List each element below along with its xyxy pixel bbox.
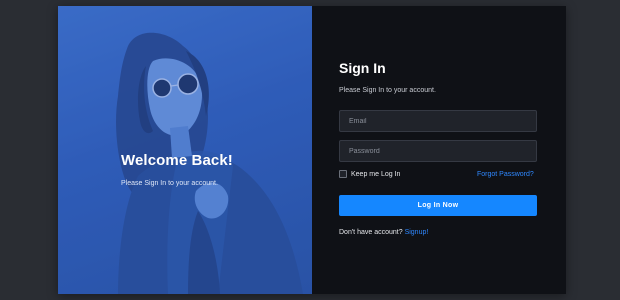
- hero-photo: [58, 6, 312, 294]
- keep-logged-in-toggle[interactable]: Keep me Log In: [339, 170, 400, 178]
- signup-link[interactable]: Signup!: [405, 229, 429, 236]
- hero-title: Welcome Back!: [121, 152, 233, 169]
- forgot-password-link[interactable]: Forgot Password?: [477, 171, 534, 178]
- checkbox[interactable]: [339, 170, 347, 178]
- email-field[interactable]: [339, 110, 537, 132]
- login-button[interactable]: Log In Now: [339, 195, 537, 216]
- signin-title: Sign In: [339, 60, 386, 76]
- password-field[interactable]: [339, 140, 537, 162]
- no-account-text: Don't have account?: [339, 229, 403, 236]
- signin-panel: Sign In Please Sign In to your account. …: [312, 6, 566, 294]
- hero-panel: Welcome Back! Please Sign In to your acc…: [58, 6, 312, 294]
- hero-text: Welcome Back! Please Sign In to your acc…: [121, 152, 233, 187]
- signup-prompt: Don't have account? Signup!: [339, 229, 428, 236]
- signin-card: Welcome Back! Please Sign In to your acc…: [58, 6, 566, 294]
- signin-subtitle: Please Sign In to your account.: [339, 87, 436, 94]
- hero-subtitle: Please Sign In to your account.: [121, 180, 218, 187]
- keep-logged-in-label: Keep me Log In: [351, 170, 401, 178]
